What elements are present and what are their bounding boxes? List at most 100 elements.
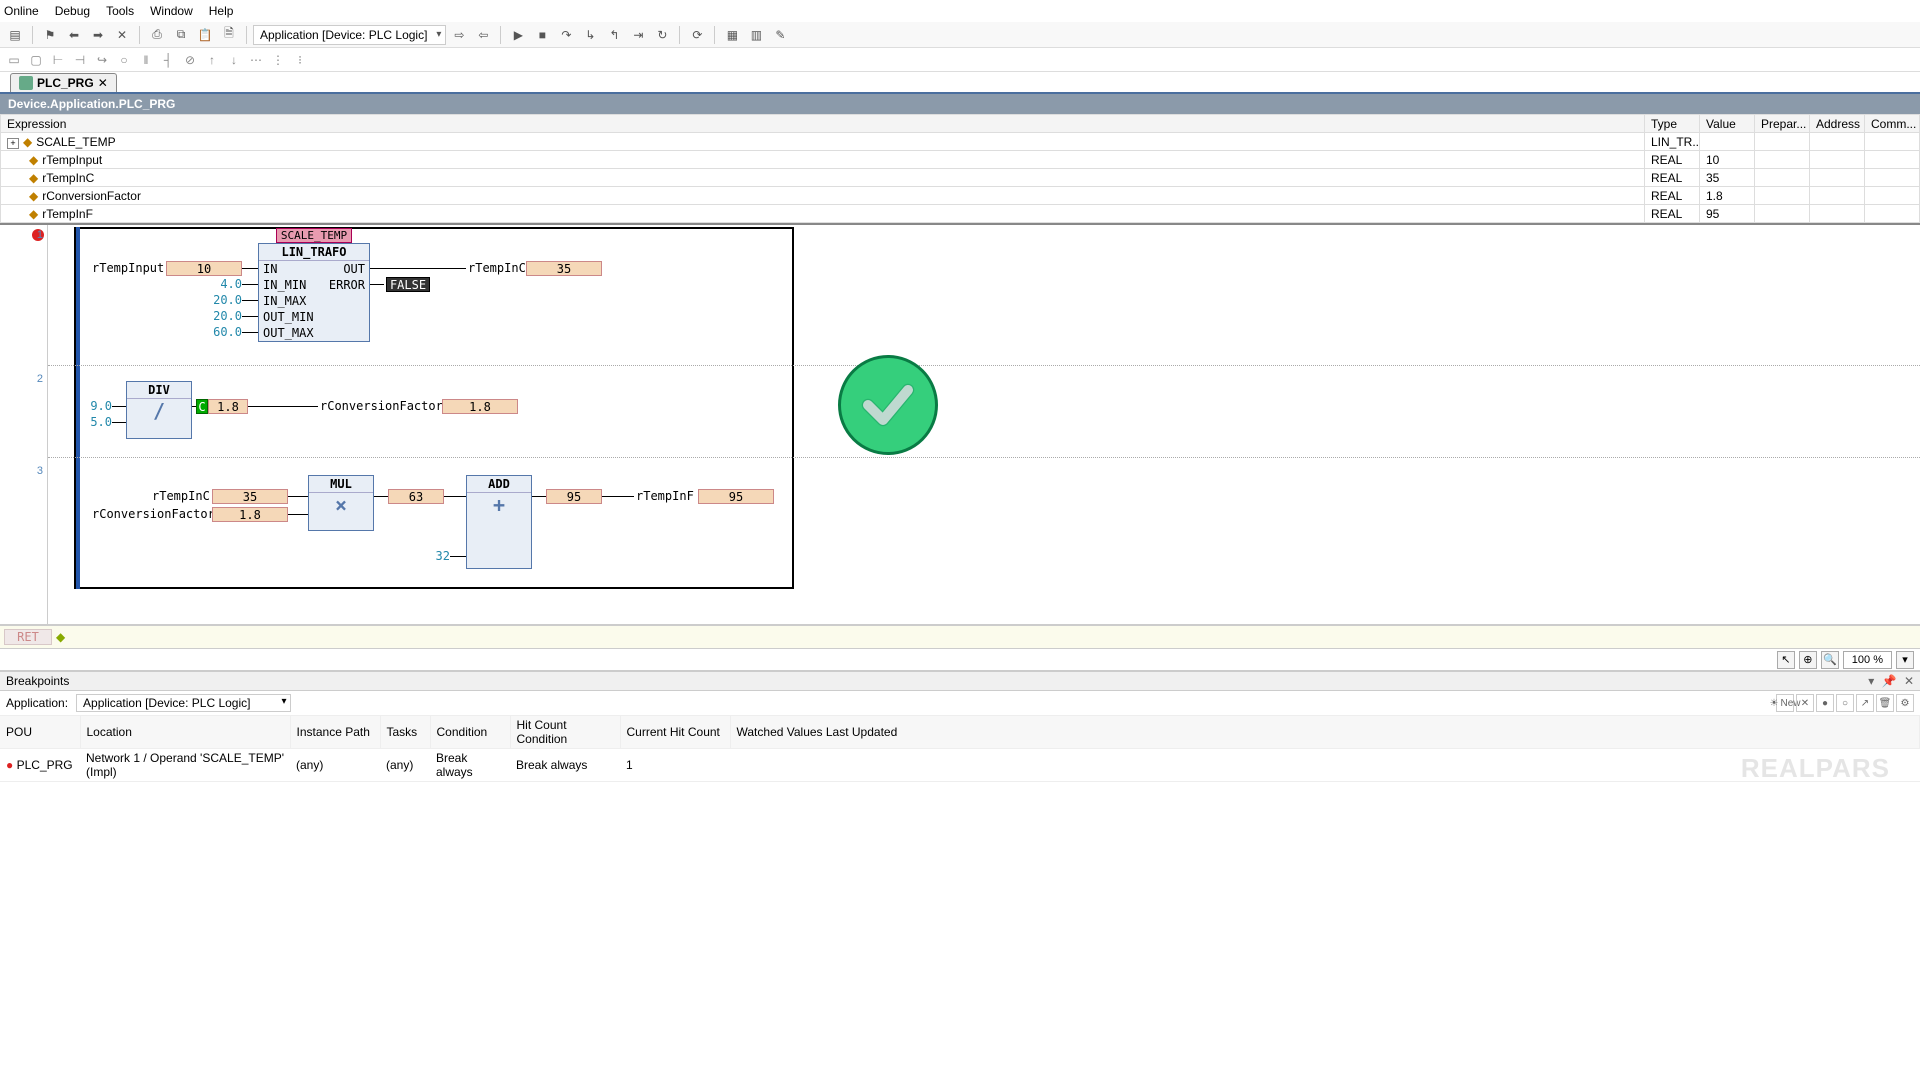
application-combo[interactable]: Application [Device: PLC Logic] [76, 694, 291, 712]
step-out-icon[interactable]: ↰ [603, 24, 625, 46]
delete-breakpoint-icon[interactable]: ✕ [1796, 694, 1814, 712]
output-variable[interactable]: rConversionFactor [320, 399, 443, 413]
stop-icon[interactable]: ■ [531, 24, 553, 46]
enable-breakpoint-icon[interactable]: ● [1816, 694, 1834, 712]
panel-menu-icon[interactable]: ▾ [1868, 674, 1874, 688]
input-variable[interactable]: rTempInC [152, 489, 210, 503]
insert-input-icon[interactable]: ⊢ [48, 50, 68, 70]
application-selector[interactable]: Application [Device: PLC Logic] [253, 25, 446, 45]
col-instance[interactable]: Instance Path [290, 716, 380, 749]
col-hitcond[interactable]: Hit Count Condition [510, 716, 620, 749]
expand-icon[interactable]: + [7, 138, 19, 149]
constant[interactable]: 4.0 [210, 277, 242, 291]
var-row[interactable]: ◆rTempInput REAL 10 [1, 151, 1920, 169]
fb-instance-name[interactable]: SCALE_TEMP [276, 228, 352, 243]
col-prepared[interactable]: Prepar... [1755, 115, 1810, 133]
input-variable[interactable]: rConversionFactor [92, 507, 215, 521]
menu-item-tools[interactable]: Tools [106, 4, 134, 18]
var-row[interactable]: ◆rConversionFactor REAL 1.8 [1, 187, 1920, 205]
col-address[interactable]: Address [1810, 115, 1865, 133]
var-value[interactable]: 95 [1700, 205, 1755, 223]
col-curhit[interactable]: Current Hit Count [620, 716, 730, 749]
zoom-dropdown-icon[interactable]: ▾ [1896, 651, 1914, 669]
var-row[interactable]: +◆SCALE_TEMP LIN_TR... [1, 133, 1920, 151]
print-icon[interactable]: ⎙ [146, 24, 168, 46]
fb-lin-trafo[interactable]: SCALE_TEMP LIN_TRAFO INOUT IN_MINERROR I… [258, 243, 370, 342]
constant[interactable]: 5.0 [86, 415, 112, 429]
cursor-icon[interactable]: ↖ [1777, 651, 1795, 669]
misc3-icon[interactable]: ⁝ [290, 50, 310, 70]
edge-rising-icon[interactable]: ↑ [202, 50, 222, 70]
col-pou[interactable]: POU [0, 716, 80, 749]
insert-network-icon[interactable]: ▭ [4, 50, 24, 70]
step-over-icon[interactable]: ↷ [555, 24, 577, 46]
col-value[interactable]: Value [1700, 115, 1755, 133]
zoom-fit-icon[interactable]: ⊕ [1799, 651, 1817, 669]
copy-icon[interactable]: ⧉ [170, 24, 192, 46]
menu-item-online[interactable]: Online [4, 4, 39, 18]
goto-source-icon[interactable]: ↗ [1856, 694, 1874, 712]
new-icon[interactable]: ▤ [4, 24, 26, 46]
fb-div[interactable]: DIV / [126, 381, 192, 439]
logout-icon[interactable]: ⇦ [472, 24, 494, 46]
var-value[interactable]: 1.8 [1700, 187, 1755, 205]
breakpoints-table[interactable]: POU Location Instance Path Tasks Conditi… [0, 716, 1920, 782]
edge-falling-icon[interactable]: ↓ [224, 50, 244, 70]
grid2-icon[interactable]: ▥ [745, 24, 767, 46]
paste-icon[interactable]: 📋 [194, 24, 216, 46]
new-breakpoint-button[interactable]: ☀New [1776, 694, 1794, 712]
fb-mul[interactable]: MUL × [308, 475, 374, 531]
misc1-icon[interactable]: ⋯ [246, 50, 266, 70]
zoom-value[interactable]: 100 % [1843, 651, 1892, 669]
bookmark-next-icon[interactable]: ➡ [87, 24, 109, 46]
negate-icon[interactable]: ⊘ [180, 50, 200, 70]
tab-plc-prg[interactable]: PLC_PRG ✕ [10, 73, 117, 92]
menu-item-debug[interactable]: Debug [55, 4, 90, 18]
var-row[interactable]: ◆rTempInC REAL 35 [1, 169, 1920, 187]
menu-item-help[interactable]: Help [209, 4, 234, 18]
insert-jump-icon[interactable]: ↪ [92, 50, 112, 70]
output-variable[interactable]: rTempInC [468, 261, 526, 275]
var-value[interactable]: 35 [1700, 169, 1755, 187]
var-row[interactable]: ◆rTempInF REAL 95 [1, 205, 1920, 223]
bookmark-clear-icon[interactable]: ✕ [111, 24, 133, 46]
col-watched[interactable]: Watched Values Last Updated [730, 716, 1920, 749]
var-value[interactable] [1700, 133, 1755, 151]
find-icon[interactable]: 🗎 [218, 24, 240, 46]
zoom-icon[interactable]: 🔍 [1821, 651, 1839, 669]
grid1-icon[interactable]: ▦ [721, 24, 743, 46]
pin-icon[interactable]: 📌 [1882, 674, 1897, 688]
constant[interactable]: 9.0 [86, 399, 112, 413]
col-expression[interactable]: Expression [1, 115, 1645, 133]
col-type[interactable]: Type [1645, 115, 1700, 133]
run-to-cursor-icon[interactable]: ⇥ [627, 24, 649, 46]
col-location[interactable]: Location [80, 716, 290, 749]
fbd-editor[interactable]: 1 2 3 SCALE_TEMP LIN_TRAFO INOUT IN_MINE… [0, 225, 1920, 625]
disable-breakpoint-icon[interactable]: ○ [1836, 694, 1854, 712]
col-tasks[interactable]: Tasks [380, 716, 430, 749]
insert-contact-icon[interactable]: ‖ [136, 50, 156, 70]
menu-item-window[interactable]: Window [150, 4, 193, 18]
var-value[interactable]: 10 [1700, 151, 1755, 169]
col-comment[interactable]: Comm... [1865, 115, 1920, 133]
insert-branch-icon[interactable]: ┤ [158, 50, 178, 70]
close-icon[interactable]: ✕ [98, 76, 108, 90]
breakpoint-row[interactable]: ● PLC_PRG Network 1 / Operand 'SCALE_TEM… [0, 749, 1920, 782]
delete-all-icon[interactable]: 🗑 [1876, 694, 1894, 712]
insert-output-icon[interactable]: ⊣ [70, 50, 90, 70]
close-icon[interactable]: ✕ [1904, 674, 1914, 688]
start-icon[interactable]: ▶ [507, 24, 529, 46]
output-variable[interactable]: rTempInF [636, 489, 694, 503]
constant[interactable]: 60.0 [206, 325, 242, 339]
login-icon[interactable]: ⇨ [448, 24, 470, 46]
insert-box-icon[interactable]: ▢ [26, 50, 46, 70]
refresh-icon[interactable]: ⟳ [686, 24, 708, 46]
tool-icon[interactable]: ✎ [769, 24, 791, 46]
insert-coil-icon[interactable]: ○ [114, 50, 134, 70]
col-condition[interactable]: Condition [430, 716, 510, 749]
bookmark-icon[interactable]: ⚑ [39, 24, 61, 46]
misc2-icon[interactable]: ⋮ [268, 50, 288, 70]
step-into-icon[interactable]: ↳ [579, 24, 601, 46]
constant[interactable]: 20.0 [206, 293, 242, 307]
constant[interactable]: 20.0 [206, 309, 242, 323]
